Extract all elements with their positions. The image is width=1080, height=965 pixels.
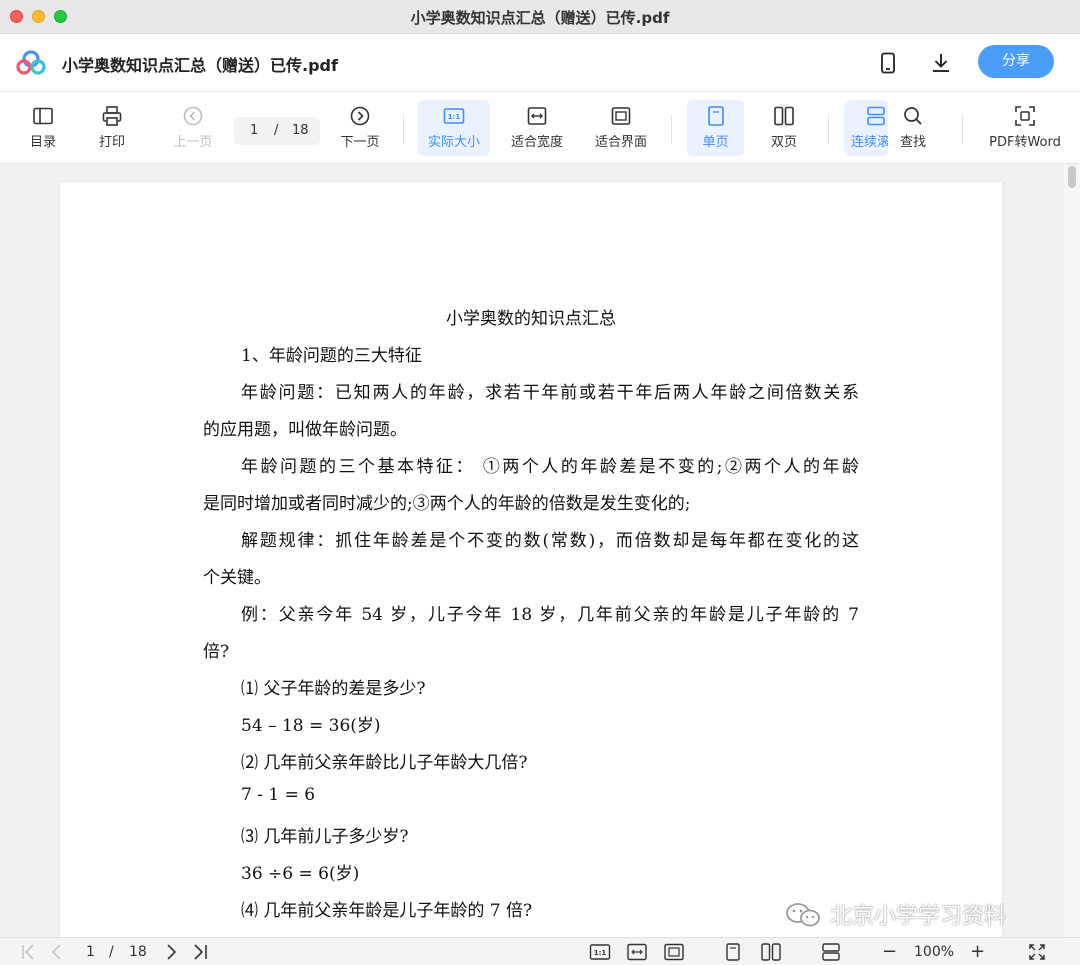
doc-line: ⑷ 几年前父亲年龄是儿子年龄的 7 倍? xyxy=(241,901,533,921)
actual-size-label: 实际大小 xyxy=(427,135,480,150)
toolbar: 目录 打印 上一页 1 / 18 下一页 1:1 实际大小 适合宽度 适合界面 … xyxy=(0,92,1080,164)
pdf-page: 小学奥数的知识点汇总 1、年龄问题的三大特征 年龄问题：已知两人的年龄，求若干年… xyxy=(60,182,1002,937)
single-page-label: 单页 xyxy=(702,135,729,150)
doc-line: 1、年龄问题的三大特征 xyxy=(241,346,422,366)
pdf-to-word-button[interactable]: PDF转Word xyxy=(980,100,1070,156)
app-logo-icon xyxy=(16,50,46,75)
prev-page-button[interactable]: 上一页 xyxy=(167,100,219,156)
toolbar-divider xyxy=(962,114,963,144)
watermark-text: 北京小学学习资料 xyxy=(830,904,1007,929)
convert-icon xyxy=(1015,106,1035,126)
toc-button[interactable]: 目录 xyxy=(20,100,66,156)
current-page: 1 xyxy=(250,123,259,138)
document-viewport[interactable]: 小学奥数的知识点汇总 1、年龄问题的三大特征 年龄问题：已知两人的年龄，求若干年… xyxy=(0,164,1064,937)
single-page-icon[interactable] xyxy=(724,942,742,962)
continuous-scroll-label: 连续滚 xyxy=(851,135,888,150)
fit-width-icon[interactable] xyxy=(626,942,648,962)
double-page-button[interactable]: 双页 xyxy=(758,100,810,156)
share-button[interactable]: 分享 xyxy=(978,45,1054,78)
find-button[interactable]: 查找 xyxy=(892,100,934,156)
first-page-icon[interactable] xyxy=(20,942,38,962)
next-page-button[interactable]: 下一页 xyxy=(335,100,385,156)
prev-page-icon[interactable] xyxy=(50,942,64,962)
doc-line: 的应用题，叫做年龄问题。 xyxy=(203,420,407,440)
double-page-icon xyxy=(774,106,794,126)
sidebar-icon xyxy=(33,107,53,125)
doc-line: 7 - 1 = 6 xyxy=(241,785,316,805)
find-label: 查找 xyxy=(899,135,926,150)
next-page-label: 下一页 xyxy=(340,135,380,150)
fullscreen-icon[interactable] xyxy=(1027,942,1047,962)
window-title: 小学奥数知识点汇总（赠送）已传.pdf xyxy=(410,9,670,27)
actual-size-icon: 1:1 xyxy=(443,108,465,124)
fit-width-label: 适合宽度 xyxy=(510,135,563,150)
app-header: 小学奥数知识点汇总（赠送）已传.pdf 分享 xyxy=(0,34,1080,92)
continuous-scroll-icon xyxy=(867,106,885,126)
doc-line: 年龄问题：已知两人的年龄，求若干年前或若干年后两人年龄之间倍数关系 xyxy=(241,383,859,403)
bottom-total-pages: 18 xyxy=(129,944,147,960)
toolbar-divider xyxy=(671,114,672,144)
printer-icon xyxy=(102,106,122,126)
print-button[interactable]: 打印 xyxy=(89,100,135,156)
double-page-label: 双页 xyxy=(770,135,797,150)
document-title: 小学奥数的知识点汇总 xyxy=(446,309,616,329)
doc-line: 个关键。 xyxy=(203,568,271,588)
fit-width-button[interactable]: 适合宽度 xyxy=(504,100,570,156)
wechat-icon xyxy=(786,903,820,927)
doc-line: ⑶ 几年前儿子多少岁? xyxy=(241,827,409,847)
single-page-button[interactable]: 单页 xyxy=(687,100,744,156)
pdf-viewer-window: 小学奥数知识点汇总（赠送）已传.pdf 小学奥数知识点汇总（赠送）已传.pdf … xyxy=(0,0,1080,965)
bottom-bar: 1 / 18 1:1 − 100% + xyxy=(0,937,1080,965)
title-bar: 小学奥数知识点汇总（赠送）已传.pdf xyxy=(0,0,1080,34)
double-page-icon[interactable] xyxy=(760,942,782,962)
chevron-left-circle-icon xyxy=(183,106,203,126)
pdf-to-word-label: PDF转Word xyxy=(989,135,1061,150)
search-icon xyxy=(904,107,922,125)
last-page-icon[interactable] xyxy=(191,942,209,962)
prev-page-label: 上一页 xyxy=(173,135,213,150)
bottom-current-page[interactable]: 1 xyxy=(86,942,95,962)
toc-label: 目录 xyxy=(29,135,56,150)
zoom-in-button[interactable]: + xyxy=(970,942,985,962)
zoom-out-button[interactable]: − xyxy=(882,942,897,962)
toolbar-divider xyxy=(828,114,829,144)
zoom-level: 100% xyxy=(914,944,955,960)
doc-line: 解题规律：抓住年龄差是个不变的数(常数)，而倍数却是每年都在变化的这 xyxy=(241,531,859,551)
page-separator: / xyxy=(274,123,279,138)
download-icon[interactable] xyxy=(929,51,953,75)
fit-screen-button[interactable]: 适合界面 xyxy=(588,100,654,156)
doc-line: ⑵ 几年前父亲年龄比儿子年龄大几倍? xyxy=(241,753,528,773)
doc-line: ⑴ 父子年龄的差是多少? xyxy=(241,679,426,699)
single-page-icon xyxy=(707,106,724,126)
toolbar-divider xyxy=(403,114,404,144)
fit-screen-icon xyxy=(611,107,631,125)
page-number-input[interactable]: 1 / 18 xyxy=(234,117,320,145)
svg-text:1:1: 1:1 xyxy=(448,113,461,121)
svg-text:1:1: 1:1 xyxy=(594,949,607,957)
doc-line: 年龄问题的三个基本特征： ①两个人的年龄差是不变的;②两个人的年龄 xyxy=(241,457,859,477)
total-pages: 18 xyxy=(292,123,309,138)
continuous-scroll-icon[interactable] xyxy=(820,942,842,962)
document-name: 小学奥数知识点汇总（赠送）已传.pdf xyxy=(62,56,338,75)
actual-size-icon[interactable]: 1:1 xyxy=(589,942,611,962)
doc-line: 例：父亲今年 54 岁，儿子今年 18 岁，几年前父亲的年龄是儿子年龄的 7 xyxy=(241,605,859,625)
next-page-icon[interactable] xyxy=(164,942,178,962)
scroll-thumb[interactable] xyxy=(1068,166,1076,188)
chevron-right-circle-icon xyxy=(350,106,370,126)
continuous-scroll-button[interactable]: 连续滚 xyxy=(844,100,888,156)
fit-screen-label: 适合界面 xyxy=(594,135,647,150)
phone-icon[interactable] xyxy=(876,51,900,75)
fit-width-icon xyxy=(527,107,547,125)
print-label: 打印 xyxy=(98,135,125,150)
fit-screen-icon[interactable] xyxy=(663,942,685,962)
bottom-page-separator: / xyxy=(109,944,114,960)
actual-size-button[interactable]: 1:1 实际大小 xyxy=(418,100,490,156)
doc-line: 54 – 18 = 36(岁) xyxy=(241,716,381,736)
vertical-scrollbar[interactable] xyxy=(1064,164,1080,937)
doc-line: 36 ÷6 = 6(岁) xyxy=(241,864,360,884)
doc-line: 是同时增加或者同时减少的;③两个人的年龄的倍数是发生变化的; xyxy=(203,494,691,514)
doc-line: 倍? xyxy=(203,642,230,662)
